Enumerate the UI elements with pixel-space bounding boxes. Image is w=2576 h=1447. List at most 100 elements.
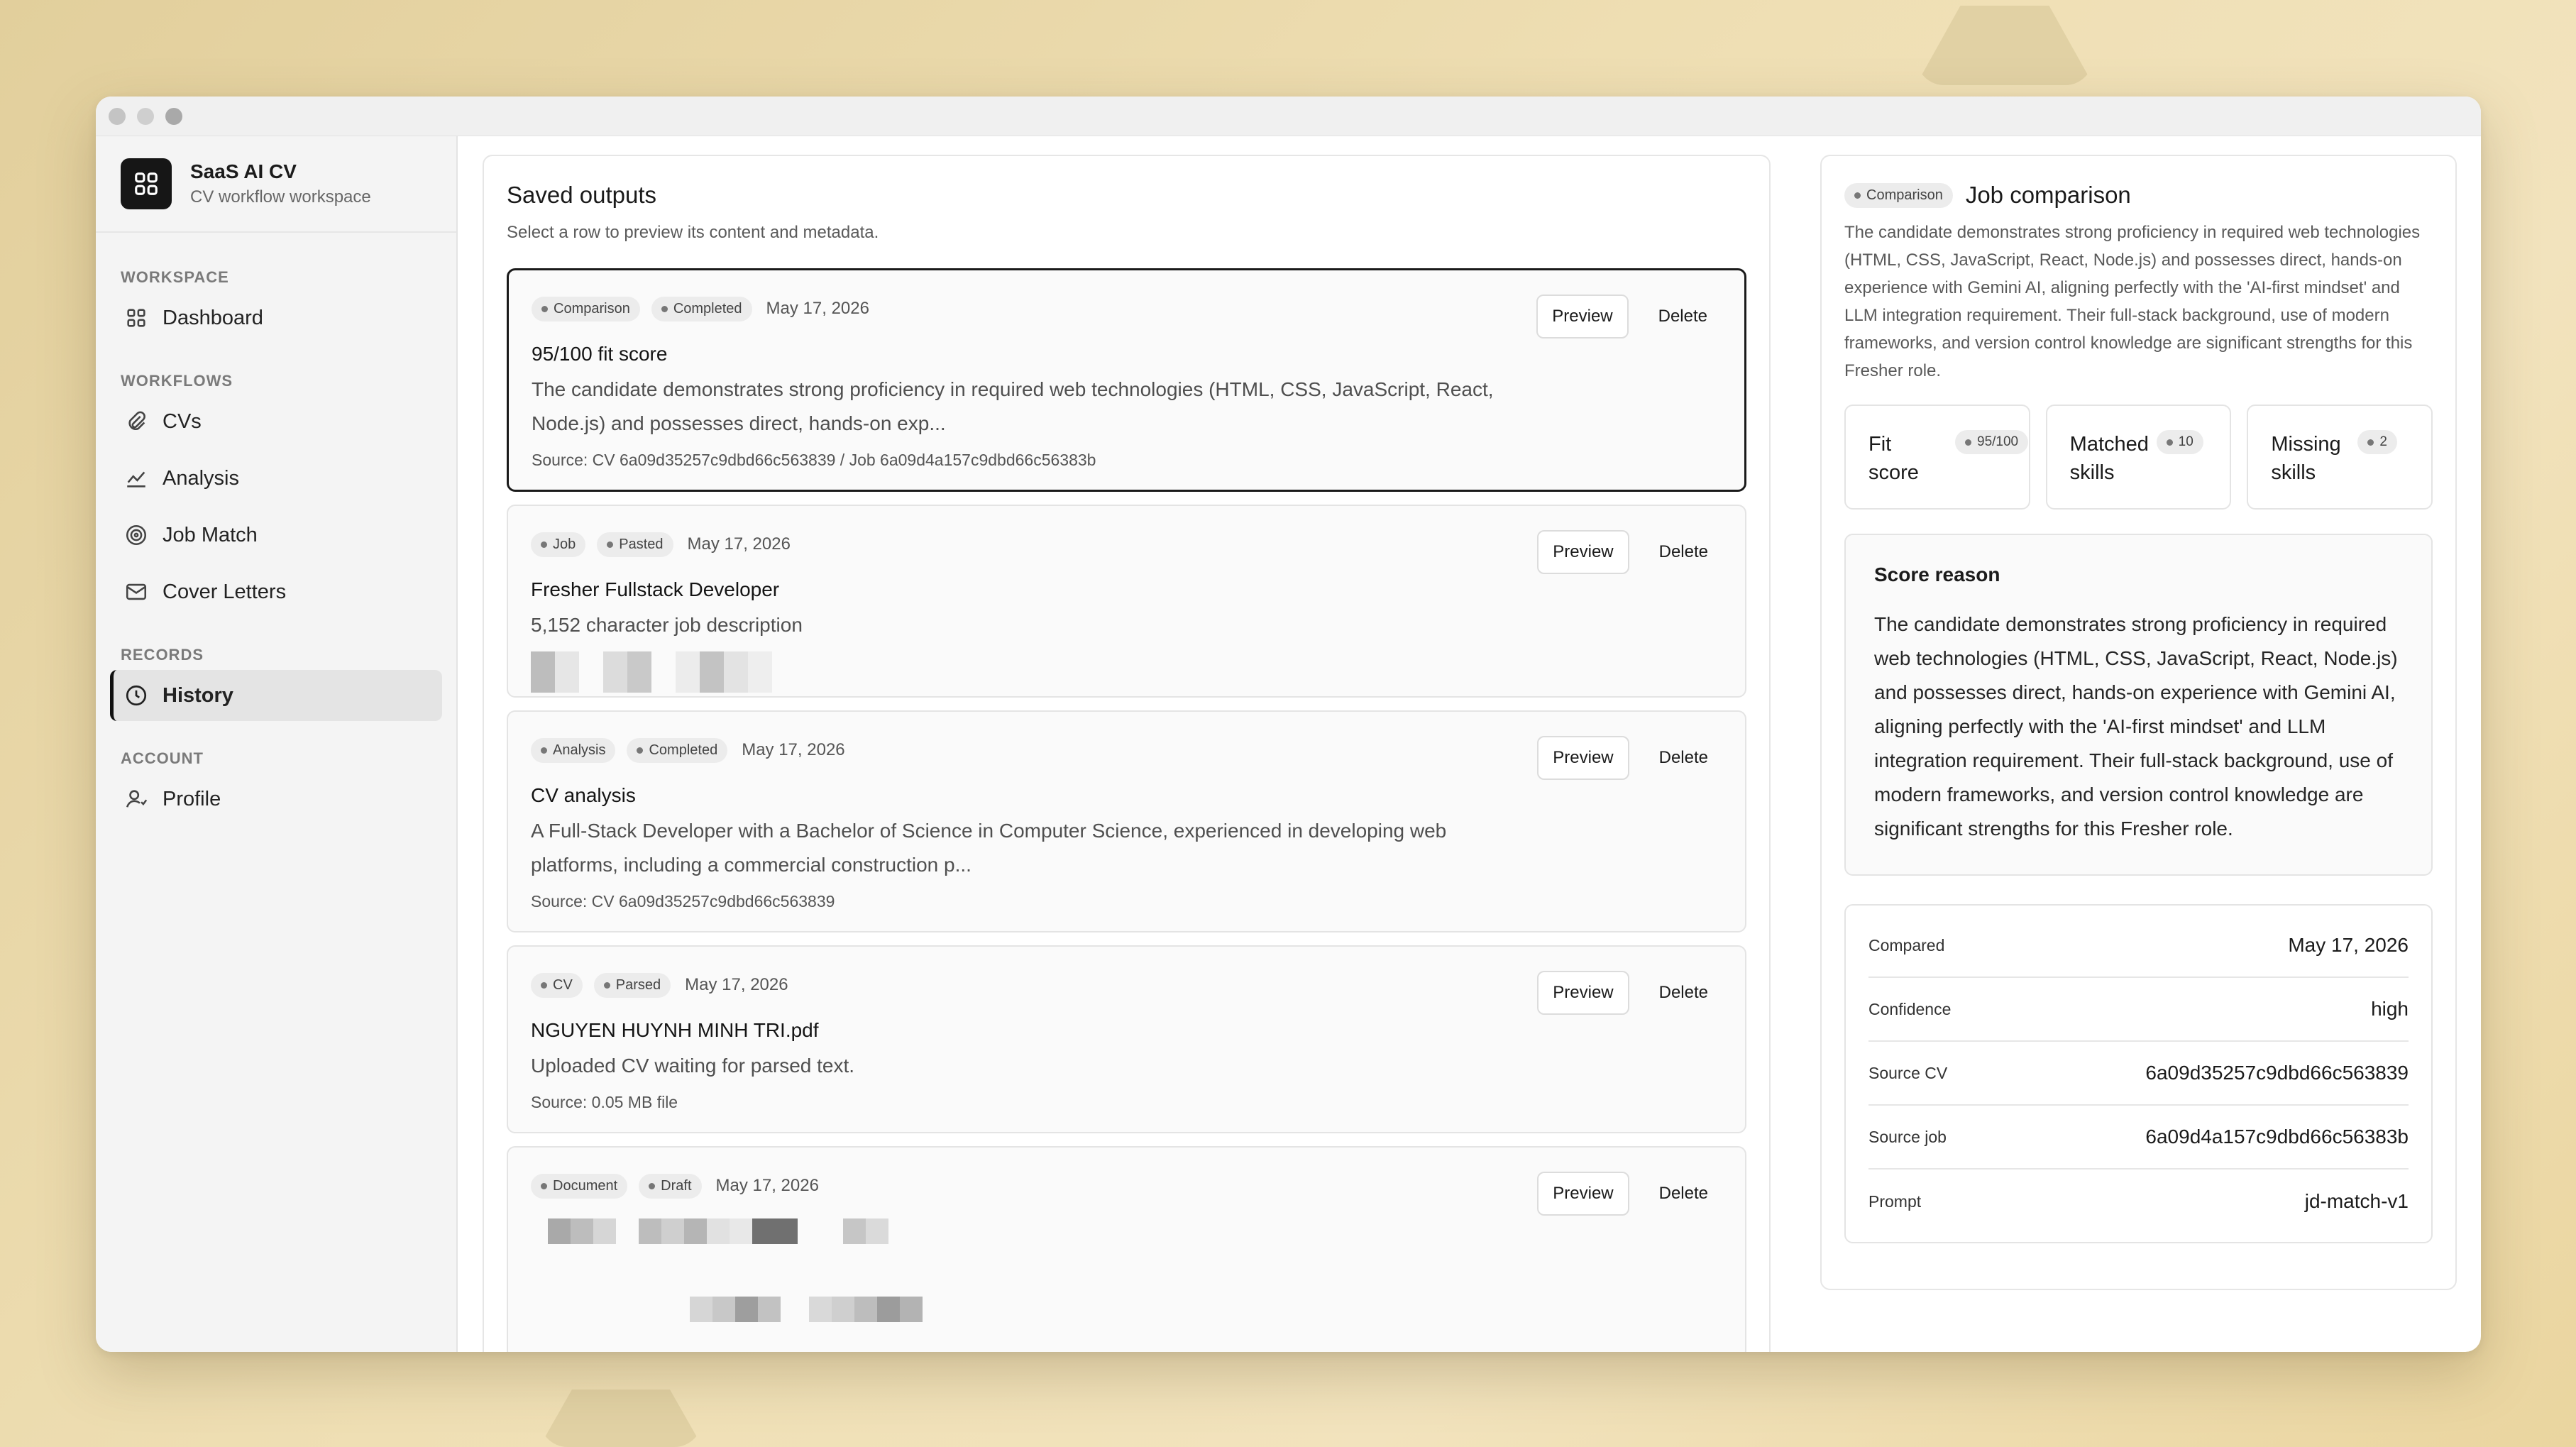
row-date: May 17, 2026 — [766, 299, 869, 318]
metadata-key: Source job — [1868, 1127, 1947, 1146]
status-badge: Parsed — [593, 972, 671, 998]
row-excerpt: A Full-Stack Developer with a Bachelor o… — [531, 820, 1447, 876]
redacted-content — [531, 1288, 1722, 1331]
output-row[interactable]: Comparison Completed May 17, 2026 95/100… — [507, 268, 1746, 492]
detail-type-badge: Comparison — [1844, 182, 1953, 208]
target-icon — [126, 524, 147, 546]
sidebar-item-history[interactable]: History — [110, 670, 442, 721]
row-source: Source: CV 6a09d35257c9dbd66c563839 — [531, 892, 835, 910]
sidebar-item-label: Dashboard — [163, 306, 263, 329]
brand-subtitle: CV workflow workspace — [190, 187, 371, 207]
delete-button[interactable]: Delete — [1644, 295, 1722, 339]
metadata-table: Compared May 17, 2026 Confidence high So… — [1844, 904, 2433, 1243]
row-date: May 17, 2026 — [715, 1176, 819, 1195]
row-date: May 17, 2026 — [687, 534, 791, 554]
metadata-value: 6a09d4a157c9dbd66c56383b — [2145, 1126, 2409, 1148]
window-maximize-button[interactable] — [165, 107, 182, 125]
preview-button[interactable]: Preview — [1537, 530, 1629, 574]
sidebar-item-label: Profile — [163, 787, 221, 810]
delete-button[interactable]: Delete — [1645, 1172, 1722, 1216]
stat-value-badge: 2 — [2357, 430, 2397, 454]
preview-button[interactable]: Preview — [1537, 971, 1629, 1015]
score-reason-card: Score reason The candidate demonstrates … — [1844, 534, 2433, 876]
status-badge: Draft — [639, 1173, 702, 1199]
metadata-row: Source job 6a09d4a157c9dbd66c56383b — [1868, 1106, 2409, 1170]
type-badge: Job — [531, 532, 586, 557]
stat-label: Fit score — [1868, 433, 1919, 484]
output-row[interactable]: CV Parsed May 17, 2026 NGUYEN HUYNH MINH… — [507, 945, 1746, 1133]
sidebar-item-cover-letters[interactable]: Cover Letters — [110, 566, 442, 617]
metadata-row: Confidence high — [1868, 978, 2409, 1042]
row-title: Fresher Fullstack Developer — [531, 578, 780, 600]
output-row[interactable]: Job Pasted May 17, 2026 Fresher Fullstac… — [507, 505, 1746, 698]
sidebar-item-cvs[interactable]: CVs — [110, 396, 442, 447]
user-icon — [126, 790, 148, 808]
chart-line-icon — [127, 471, 145, 488]
detail-description: The candidate demonstrates strong profic… — [1844, 223, 2421, 380]
page-title: Saved outputs — [507, 182, 656, 208]
preview-button[interactable]: Preview — [1536, 295, 1629, 339]
detail-title: Job comparison — [1965, 182, 2131, 208]
metadata-value: high — [2371, 998, 2409, 1020]
saved-outputs-panel: Saved outputs Select a row to preview it… — [483, 155, 1771, 1352]
delete-button[interactable]: Delete — [1645, 971, 1722, 1015]
row-excerpt: Uploaded CV waiting for parsed text. — [531, 1055, 855, 1077]
stats-row: Fit score 95/100 Matched skills 10 Missi… — [1844, 405, 2433, 510]
status-badge: Completed — [627, 737, 728, 763]
status-badge: Pasted — [597, 532, 673, 557]
metadata-row: Prompt jd-match-v1 — [1868, 1170, 2409, 1233]
brand-title: SaaS AI CV — [190, 160, 297, 182]
preview-button[interactable]: Preview — [1537, 736, 1629, 780]
stat-value-badge: 10 — [2156, 430, 2203, 454]
row-source: Source: CV 6a09d35257c9dbd66c563839 / Jo… — [532, 451, 1096, 469]
redacted-content — [531, 651, 1722, 693]
score-reason-body: The candidate demonstrates strong profic… — [1874, 613, 2398, 840]
type-badge: CV — [531, 972, 583, 998]
sidebar-item-label: Cover Letters — [163, 580, 287, 603]
window-titlebar — [96, 97, 2481, 136]
row-excerpt: The candidate demonstrates strong profic… — [532, 378, 1494, 434]
status-badge: Completed — [651, 296, 752, 321]
row-date: May 17, 2026 — [742, 740, 845, 759]
detail-panel: Comparison Job comparison The candidate … — [1820, 155, 2457, 1290]
metadata-value: jd-match-v1 — [2304, 1190, 2409, 1212]
window-minimize-button[interactable] — [137, 107, 154, 125]
stat-label: Missing skills — [2271, 433, 2341, 484]
row-title: NGUYEN HUYNH MINH TRI.pdf — [531, 1019, 819, 1041]
sidebar-item-label: History — [163, 683, 233, 707]
nav-section-account: ACCOUNT — [121, 749, 204, 767]
window-close-button[interactable] — [109, 107, 126, 125]
metadata-key: Source CV — [1868, 1063, 1948, 1082]
row-excerpt: 5,152 character job description — [531, 614, 803, 636]
background-shape-bottom — [539, 1390, 703, 1447]
paperclip-icon — [128, 411, 145, 430]
sidebar-item-dashboard[interactable]: Dashboard — [110, 292, 442, 343]
delete-button[interactable]: Delete — [1645, 736, 1722, 780]
output-row[interactable]: Document Draft May 17, 2026 Preview Dele… — [507, 1146, 1746, 1352]
background-shape-top — [1916, 6, 2093, 85]
delete-button[interactable]: Delete — [1645, 530, 1722, 574]
sidebar-item-label: Job Match — [163, 523, 258, 546]
metadata-value: May 17, 2026 — [2288, 934, 2409, 956]
type-badge: Comparison — [532, 296, 640, 321]
page-subtitle: Select a row to preview its content and … — [507, 223, 879, 242]
sidebar-item-profile[interactable]: Profile — [110, 774, 442, 825]
app-logo-icon — [121, 158, 172, 209]
metadata-value: 6a09d35257c9dbd66c563839 — [2145, 1062, 2409, 1084]
score-reason-title: Score reason — [1874, 563, 2000, 585]
app-window: SaaS AI CV CV workflow workspace WORKSPA… — [96, 97, 2481, 1352]
sidebar: SaaS AI CV CV workflow workspace WORKSPA… — [96, 136, 458, 1352]
grid-icon — [127, 309, 145, 327]
sidebar-item-label: CVs — [163, 409, 202, 433]
stat-missing-skills: Missing skills 2 — [2247, 405, 2433, 510]
nav-section-records: RECORDS — [121, 646, 204, 664]
sidebar-item-job-match[interactable]: Job Match — [110, 510, 442, 561]
mail-icon — [126, 583, 147, 600]
output-row[interactable]: Analysis Completed May 17, 2026 CV analy… — [507, 710, 1746, 932]
sidebar-item-label: Analysis — [163, 466, 239, 490]
metadata-row: Compared May 17, 2026 — [1868, 914, 2409, 978]
stat-value-badge: 95/100 — [1955, 430, 2029, 454]
preview-button[interactable]: Preview — [1537, 1172, 1629, 1216]
metadata-key: Confidence — [1868, 999, 1952, 1018]
sidebar-item-analysis[interactable]: Analysis — [110, 453, 442, 504]
